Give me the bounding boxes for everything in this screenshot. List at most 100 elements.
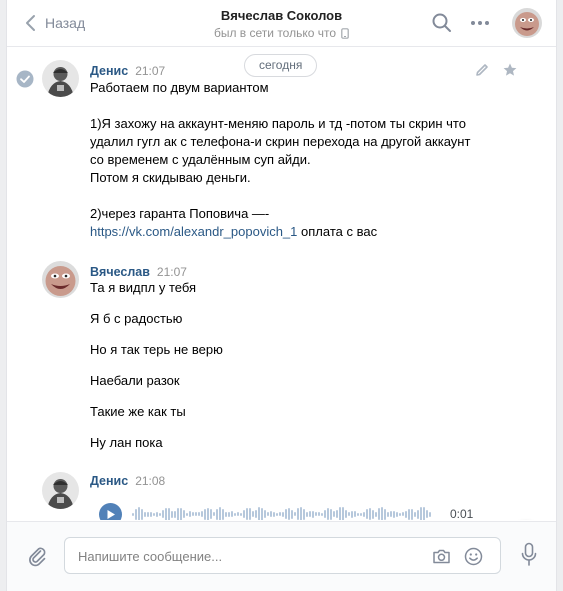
message-actions xyxy=(474,62,518,78)
message-line xyxy=(90,97,470,115)
waveform-bar xyxy=(318,512,320,516)
message-input[interactable]: Напишите сообщение... xyxy=(64,537,501,574)
waveform-bar xyxy=(159,512,161,516)
waveform-bar xyxy=(228,511,230,517)
author-name[interactable]: Денис xyxy=(90,474,128,488)
waveform-bar xyxy=(279,512,281,516)
waveform-bar xyxy=(369,508,371,520)
selected-check-icon[interactable] xyxy=(16,70,34,88)
emoji-icon[interactable] xyxy=(463,546,484,567)
audio-waveform[interactable] xyxy=(132,503,438,520)
waveform-bar xyxy=(138,507,140,520)
play-icon xyxy=(107,509,115,519)
waveform-bar xyxy=(240,512,242,516)
waveform-bar xyxy=(420,507,422,520)
waveform-bar xyxy=(378,508,380,520)
waveform-bar xyxy=(363,511,365,517)
waveform-bar xyxy=(312,510,314,518)
message-line: Потом я скидываю деньги. xyxy=(90,170,251,185)
avatar[interactable] xyxy=(42,472,79,509)
link-suffix: оплата с вас xyxy=(297,224,378,239)
waveform-bar xyxy=(174,510,176,518)
waveform-bar xyxy=(198,512,200,516)
waveform-bar xyxy=(219,507,221,520)
waveform-bar xyxy=(255,510,257,518)
play-button[interactable] xyxy=(99,502,122,520)
waveform-bar xyxy=(222,508,224,520)
message-line: Но я так терь не верю xyxy=(90,342,223,357)
waveform-bar xyxy=(237,512,239,516)
peer-avatar[interactable] xyxy=(512,8,542,38)
mobile-icon xyxy=(341,27,349,39)
waveform-bar xyxy=(306,511,308,517)
paperclip-icon[interactable] xyxy=(25,544,49,568)
message-text: Та я видпл у тебя Я б с радостью Но я та… xyxy=(90,279,223,465)
waveform-bar xyxy=(375,511,377,517)
waveform-bar xyxy=(351,510,353,518)
waveform-bar xyxy=(264,510,266,518)
waveform-bar xyxy=(207,507,209,520)
peer-name[interactable]: Вячеслав Соколов xyxy=(221,8,342,23)
waveform-bar xyxy=(168,507,170,520)
more-icon[interactable] xyxy=(469,12,491,34)
author-name[interactable]: Денис xyxy=(90,64,128,78)
waveform-bar xyxy=(429,511,431,517)
microphone-icon[interactable] xyxy=(519,542,539,568)
waveform-bar xyxy=(291,509,293,519)
waveform-bar xyxy=(156,511,158,517)
message-time[interactable]: 21:07 xyxy=(135,64,165,78)
waveform-bar xyxy=(144,511,146,517)
waveform-bar xyxy=(324,510,326,518)
avatar[interactable] xyxy=(42,261,79,298)
waveform-bar xyxy=(372,509,374,519)
message-link[interactable]: https://vk.com/alexandr_popovich_1 xyxy=(90,224,297,239)
message-line: Работаем по двум вариантом xyxy=(90,80,269,95)
message-time[interactable]: 21:07 xyxy=(157,265,187,279)
author-name[interactable]: Вячеслав xyxy=(90,265,150,279)
peer-status: был в сети только что xyxy=(214,26,349,40)
peer-status-text: был в сети только что xyxy=(213,26,337,40)
date-separator: сегодня xyxy=(244,54,318,77)
audio-duration: 0:01 xyxy=(450,507,474,520)
message-composer: Напишите сообщение... xyxy=(7,521,556,591)
waveform-bar xyxy=(150,511,152,517)
waveform-bar xyxy=(285,509,287,519)
waveform-bar xyxy=(162,510,164,518)
waveform-bar xyxy=(402,512,404,516)
waveform-bar xyxy=(231,511,233,517)
waveform-bar xyxy=(345,510,347,518)
user-photo-icon xyxy=(42,472,79,509)
waveform-bar xyxy=(417,509,419,519)
camera-icon[interactable] xyxy=(431,546,452,567)
waveform-bar xyxy=(189,511,191,517)
waveform-bar xyxy=(366,509,368,519)
star-icon[interactable] xyxy=(502,62,518,78)
waveform-bar xyxy=(300,507,302,520)
waveform-bar xyxy=(393,510,395,518)
waveform-bar xyxy=(183,510,185,518)
message-history[interactable]: сегодня Денис 21:07 Работаем по двум вар… xyxy=(7,48,556,520)
search-icon[interactable] xyxy=(431,12,453,34)
waveform-bar xyxy=(276,512,278,516)
user-photo-icon xyxy=(42,60,79,97)
waveform-bar xyxy=(384,508,386,520)
waveform-bar xyxy=(171,510,173,518)
waveform-bar xyxy=(348,512,350,516)
message-line: Такие же как ты xyxy=(90,404,186,419)
edit-pencil-icon[interactable] xyxy=(474,62,490,78)
avatar[interactable] xyxy=(42,60,79,97)
waveform-bar xyxy=(309,511,311,517)
waveform-bar xyxy=(258,507,260,520)
waveform-bar xyxy=(270,511,272,517)
waveform-bar xyxy=(252,511,254,517)
waveform-bar xyxy=(267,512,269,516)
waveform-bar xyxy=(408,508,410,520)
waveform-bar xyxy=(360,512,362,516)
message-line: Та я видпл у тебя xyxy=(90,280,197,295)
waveform-bar xyxy=(342,507,344,520)
troll-face-avatar-icon xyxy=(512,8,542,38)
message-time[interactable]: 21:08 xyxy=(135,474,165,488)
waveform-bar xyxy=(195,512,197,516)
chat-header: Назад Вячеслав Соколов был в сети только… xyxy=(7,0,556,47)
message-line xyxy=(90,187,470,205)
